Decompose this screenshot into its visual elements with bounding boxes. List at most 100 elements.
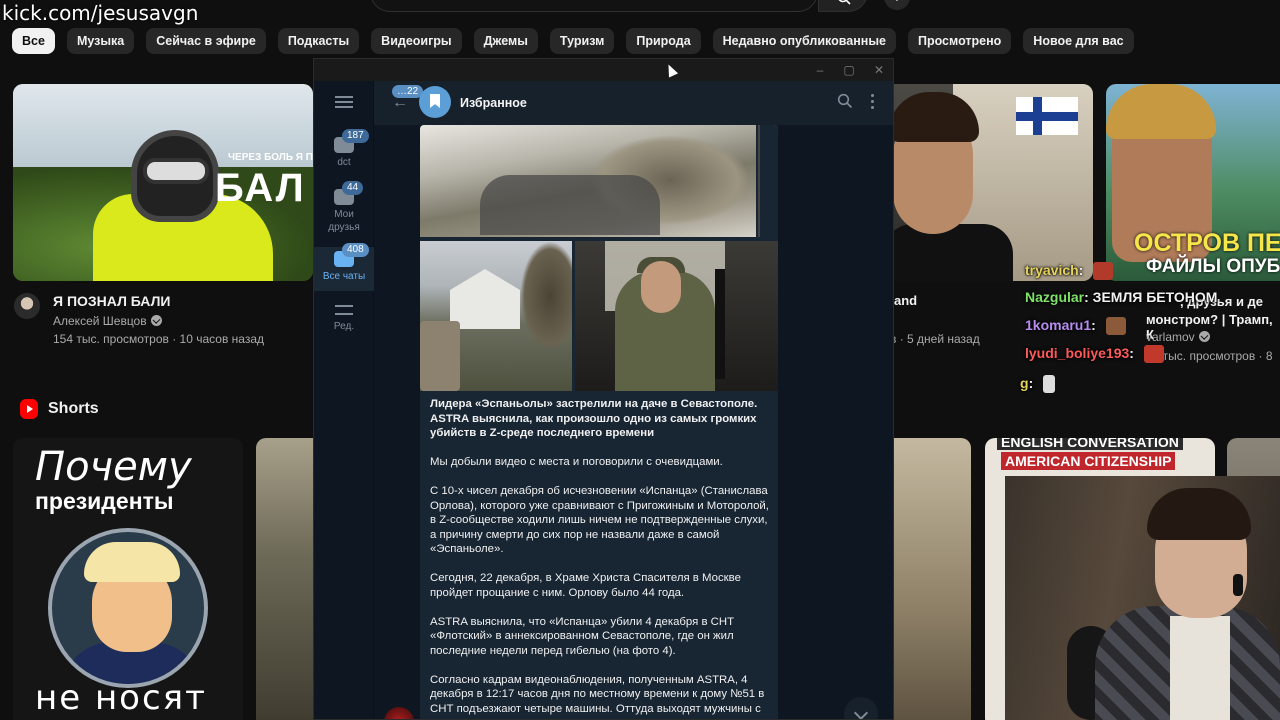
folder-friends[interactable]: 44 Мои друзья	[314, 181, 374, 241]
channel-name[interactable]: varlamov	[1146, 330, 1210, 344]
chip-recent[interactable]: Недавно опубликованные	[712, 28, 896, 54]
search-icon[interactable]	[837, 93, 853, 109]
chat-text: :	[1028, 375, 1034, 391]
chip-live[interactable]: Сейчас в эфире	[146, 28, 266, 54]
message-paragraph: ASTRA выяснила, что «Испанца» убили 4 де…	[430, 615, 735, 657]
chat-message: g:	[1020, 375, 1056, 394]
minimize-button[interactable]: –	[812, 62, 828, 78]
thumbnail-subline: ФАЙЛЫ ОПУБ	[1146, 256, 1280, 277]
chat-message: tryavich:	[1025, 262, 1114, 281]
folder-label: Все чаты	[322, 271, 366, 282]
video-meta: 154 тыс. просмотров · 10 часов назад	[53, 332, 265, 346]
chat-message: lyudi_boliye193:	[1025, 345, 1164, 364]
short-presidents[interactable]: Почему президенты не носят	[13, 438, 243, 720]
short-line-1: Почему	[35, 444, 192, 490]
maximize-button[interactable]: ▢	[841, 62, 857, 78]
search-button[interactable]	[818, 0, 868, 12]
trump-illustration	[48, 528, 208, 688]
emote-icon	[1093, 262, 1114, 281]
shorts-icon	[20, 399, 38, 419]
channel-name[interactable]: Алексей Шевцов	[53, 314, 162, 328]
chat-text: : ЗЕМЛЯ БЕТОНОМ	[1084, 289, 1218, 305]
thumbnail-headline: БАЛ	[215, 166, 306, 210]
stream-url-overlay: kick.com/jesusavgn	[2, 1, 199, 25]
chat-header: ← …22 Избранное	[374, 81, 893, 125]
create-button[interactable]: +	[884, 0, 910, 10]
short-line-2: президенты	[35, 488, 174, 514]
thumbnail-caption: ЧЕРЕЗ БОЛЬ Я П	[228, 152, 313, 163]
video-title-fragment[interactable]: and	[894, 293, 917, 308]
video-thumbnail-finland[interactable]	[893, 84, 1093, 281]
search-icon	[838, 0, 851, 5]
video-meta: 39 тыс. просмотров · 8	[1146, 349, 1273, 363]
chip-jams[interactable]: Джемы	[473, 28, 538, 54]
unread-badge: 408	[342, 243, 369, 257]
chip-games[interactable]: Видеоигры	[371, 28, 462, 54]
sender-avatar[interactable]	[384, 707, 414, 719]
back-unread-badge: …22	[392, 85, 424, 98]
folder-label: dct	[337, 157, 351, 168]
chip-music[interactable]: Музыка	[66, 28, 135, 54]
message-text: Лидера «Эспаньолы» застрелили на даче в …	[430, 397, 770, 719]
chat-username: tryavich	[1025, 262, 1079, 278]
verified-icon	[150, 315, 162, 326]
emote-icon	[1143, 345, 1164, 364]
chat-username: lyudi_boliye193	[1025, 345, 1130, 361]
folder-edit[interactable]: Ред.	[314, 303, 374, 339]
video-thumbnail-island[interactable]: ОСТРОВ ПЕ ФАЙЛЫ ОПУБ	[1106, 84, 1280, 281]
message-bubble[interactable]: Лидера «Эспаньолы» застрелили на даче в …	[420, 125, 778, 719]
chip-podcasts[interactable]: Подкасты	[277, 28, 360, 54]
photo-1[interactable]	[420, 125, 778, 237]
short-thumbnail[interactable]	[256, 438, 316, 720]
menu-icon[interactable]	[335, 96, 353, 108]
more-vert-icon[interactable]	[871, 94, 875, 110]
screen: kick.com/jesusavgn + Все Музыка Сейчас в…	[0, 0, 1280, 720]
chat-bubble-icon: 44	[334, 181, 364, 205]
folder-dct[interactable]: 187 dct	[314, 129, 374, 183]
short-line-2: AMERICAN CITIZENSHIP	[1001, 452, 1176, 470]
video-thumbnail-bali[interactable]: ЧЕРЕЗ БОЛЬ Я П БАЛ	[13, 84, 313, 281]
chat-bubble-icon: 408	[334, 243, 369, 267]
message-paragraph: Сегодня, 22 декабря, в Храме Христа Спас…	[430, 572, 741, 599]
shorts-title: Shorts	[48, 400, 99, 417]
chip-watched[interactable]: Просмотрено	[907, 28, 1012, 54]
chip-nature[interactable]: Природа	[626, 28, 701, 54]
short-line-1: ENGLISH CONVERSATION	[997, 438, 1183, 450]
unread-badge: 187	[342, 129, 369, 143]
message-area[interactable]: Лидера «Эспаньолы» застрелили на даче в …	[374, 125, 893, 719]
chat-text: :	[1091, 317, 1096, 333]
search-input[interactable]	[370, 0, 818, 12]
photo-2[interactable]	[420, 241, 572, 391]
folder-sidebar: 187 dct 44 Мои друзья 408 Все чаты Ред.	[314, 81, 374, 719]
photo-3[interactable]	[575, 241, 778, 391]
chip-new[interactable]: Новое для вас	[1023, 28, 1134, 54]
folder-all-chats[interactable]: 408 Все чаты	[314, 243, 374, 291]
chat-username: Nazgular	[1025, 289, 1085, 305]
short-line-3: не носят	[35, 678, 207, 718]
window-titlebar[interactable]: – ▢ ✕	[314, 59, 893, 81]
video-meta: в · 5 дней назад	[890, 332, 980, 346]
channel-avatar[interactable]	[14, 293, 40, 319]
message-paragraph: Согласно кадрам видеонаблюдения, получен…	[430, 673, 765, 715]
shorts-header: Shorts	[20, 399, 99, 419]
chat-message: 1komaru1:	[1025, 317, 1126, 336]
chip-tourism[interactable]: Туризм	[549, 28, 615, 54]
verified-icon	[1198, 331, 1210, 342]
message-headline: Лидера «Эспаньолы» застрелили на даче в …	[430, 398, 758, 439]
thumbnail-headline: ОСТРОВ ПЕ	[1134, 229, 1280, 257]
chip-all[interactable]: Все	[12, 28, 55, 54]
emote-icon	[1105, 317, 1126, 336]
unread-badge: 44	[342, 181, 364, 195]
chat-title[interactable]: Избранное	[460, 96, 527, 110]
chat-bubble-icon: 187	[334, 129, 369, 153]
video-title[interactable]: Я ПОЗНАЛ БАЛИ	[53, 293, 170, 309]
chat-text: :	[1129, 345, 1134, 361]
telegram-window: – ▢ ✕ 187 dct 44 Мои друзья 408 Все чаты…	[313, 58, 894, 720]
finland-flag-icon	[1016, 97, 1078, 135]
short-thumbnail[interactable]	[893, 438, 971, 720]
bookmark-icon	[419, 86, 451, 118]
scroll-down-button[interactable]	[844, 697, 878, 719]
close-button[interactable]: ✕	[871, 62, 887, 78]
chat-message: Nazgular: ЗЕМЛЯ БЕТОНОМ	[1025, 289, 1217, 305]
message-paragraph: Мы добыли видео с места и поговорили с о…	[430, 456, 723, 468]
